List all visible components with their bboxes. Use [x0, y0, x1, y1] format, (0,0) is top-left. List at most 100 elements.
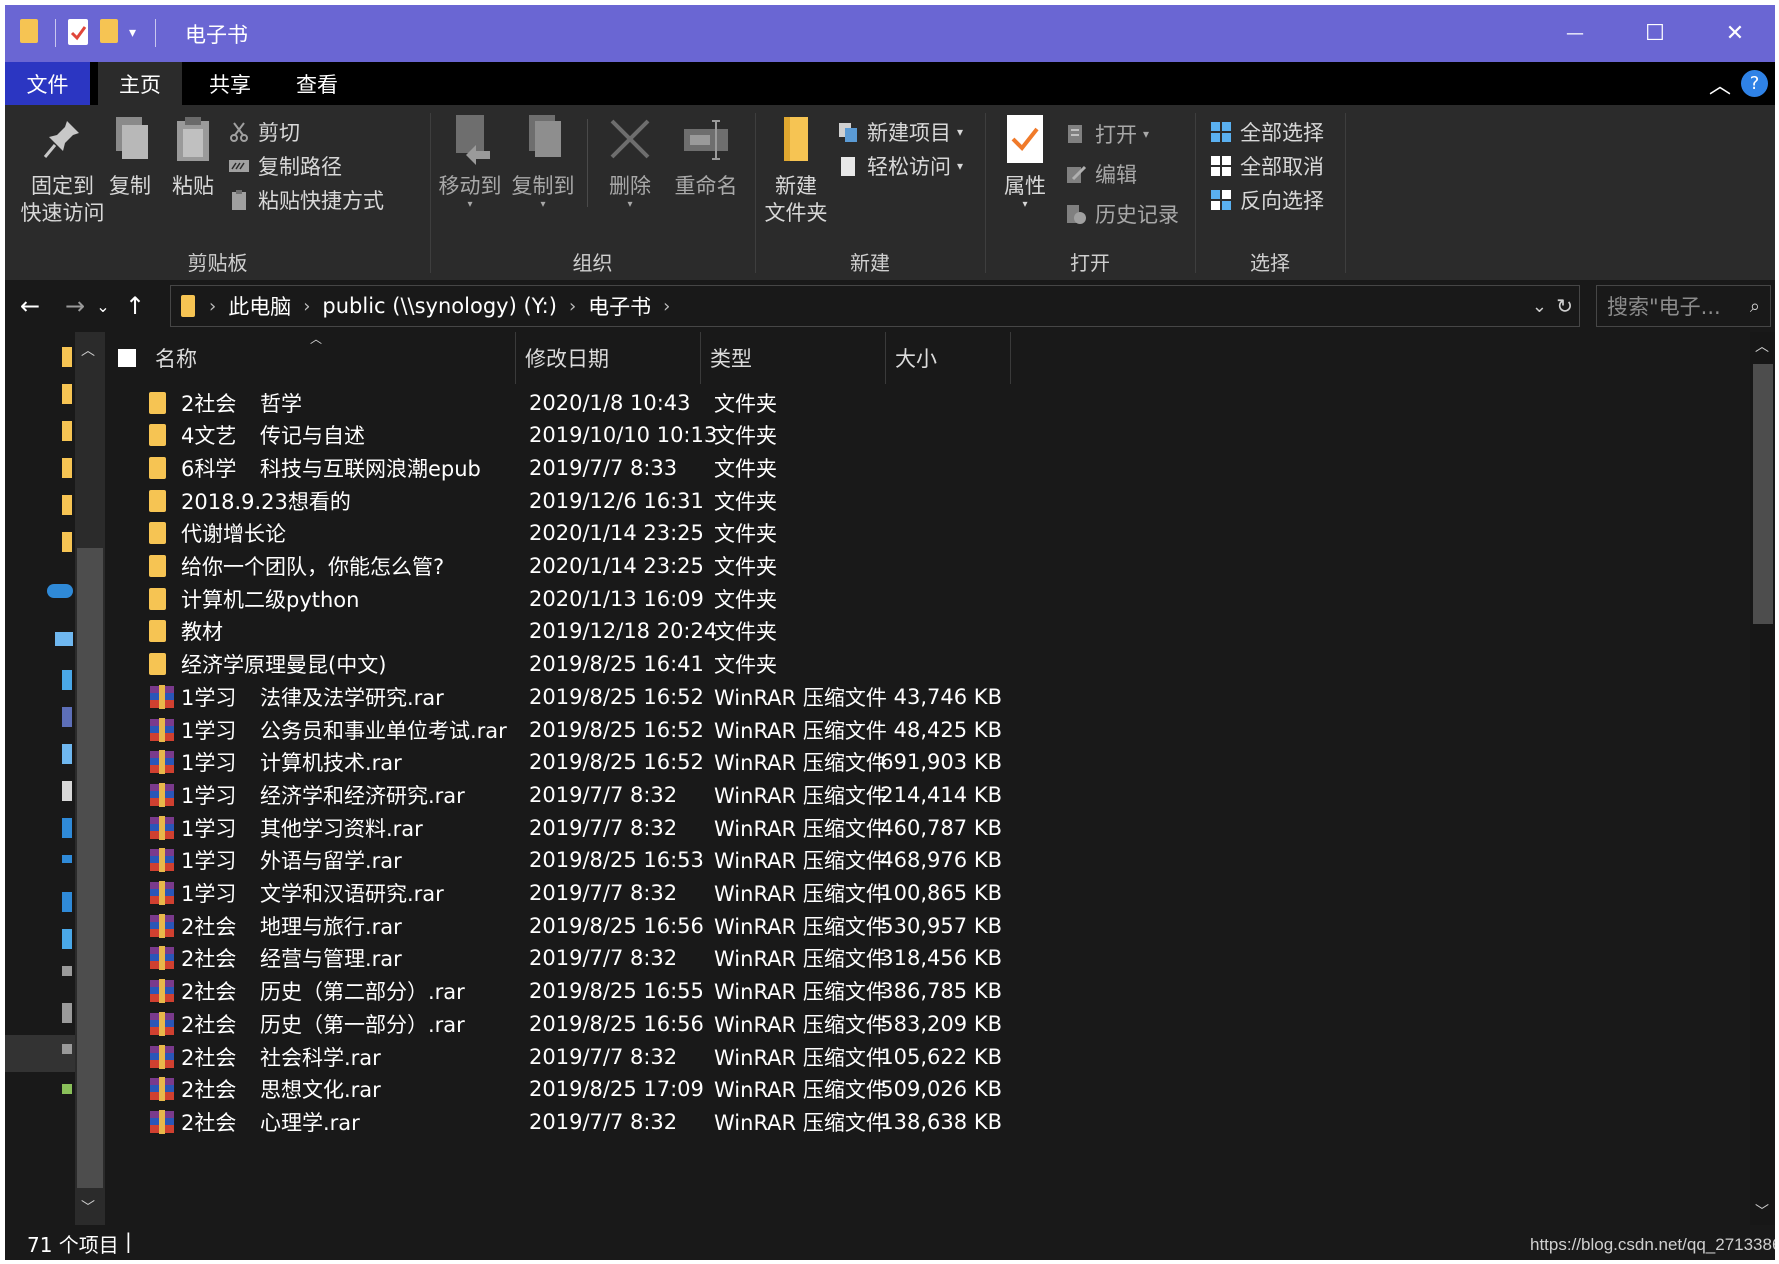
tab-home[interactable]: 主页 [98, 62, 182, 105]
videos-icon[interactable] [62, 707, 72, 727]
file-row[interactable]: 1学习 计算机技术.rar 2019/8/25 16:52 WinRAR 压缩文件 69… [105, 744, 1205, 781]
new-folder-qat-icon[interactable] [100, 19, 118, 43]
column-header-date[interactable]: 修改日期 [525, 332, 700, 384]
file-row[interactable]: 1学习 外语与留学.rar 2019/8/25 16:53 WinRAR 压缩文件 46… [105, 842, 1205, 879]
easy-access-button[interactable]: 轻松访问 ▾ [837, 149, 963, 183]
network-drive-icon[interactable] [62, 1044, 72, 1054]
file-row[interactable]: 2社会 思想文化.rar 2019/8/25 17:09 WinRAR 压缩文件 509… [105, 1071, 1205, 1108]
cut-button[interactable]: 剪切 [228, 115, 300, 149]
drive-icon[interactable] [62, 966, 72, 976]
pictures-icon[interactable] [62, 744, 72, 764]
select-all-checkbox[interactable] [118, 349, 136, 367]
music-icon[interactable] [62, 855, 72, 863]
network-drive-icon[interactable] [62, 1084, 72, 1094]
file-row[interactable]: 2社会 经营与管理.rar 2019/7/7 8:32 WinRAR 压缩文件 318,… [105, 940, 1205, 977]
breadcrumb-public-drive[interactable]: public (\\synology) (Y:) [322, 294, 557, 318]
column-divider[interactable] [700, 332, 701, 384]
paste-shortcut-button[interactable]: 粘贴快捷方式 [228, 183, 384, 217]
column-divider[interactable] [1010, 332, 1011, 384]
breadcrumb-ebooks[interactable]: 电子书 [588, 291, 651, 321]
rename-button[interactable]: 重命名 [670, 113, 742, 200]
up-arrow-icon[interactable]: ↑ [120, 288, 150, 324]
copy-button[interactable]: 复制 [100, 113, 160, 200]
recent-locations-chevron-icon[interactable]: ⌄ [93, 288, 113, 324]
file-row[interactable]: 计算机二级python 2020/1/13 16:09 文件夹 [105, 580, 1205, 617]
desktop-icon[interactable] [62, 892, 72, 912]
tab-file[interactable]: 文件 [5, 62, 90, 105]
search-input[interactable]: 搜索"电子... ⌕ [1596, 285, 1771, 327]
file-row[interactable]: 2社会 历史（第二部分）.rar 2019/8/25 16:55 WinRAR 压缩文… [105, 973, 1205, 1010]
downloads-icon[interactable] [62, 818, 72, 838]
windows-drive-icon[interactable] [62, 929, 72, 949]
file-row[interactable]: 2社会 社会科学.rar 2019/7/7 8:32 WinRAR 压缩文件 105,6… [105, 1038, 1205, 1075]
properties-button[interactable]: 属性 ▾ [995, 113, 1055, 210]
file-row[interactable]: 2社会 历史（第一部分）.rar 2019/8/25 16:56 WinRAR 压缩文… [105, 1005, 1205, 1042]
folder-icon[interactable] [62, 532, 72, 552]
column-divider[interactable] [885, 332, 886, 384]
maximize-button[interactable]: ☐ [1615, 5, 1695, 62]
breadcrumb-this-pc[interactable]: 此电脑 [228, 291, 291, 321]
file-row[interactable]: 代谢增长论 2020/1/14 23:25 文件夹 [105, 515, 1205, 552]
properties-icon[interactable] [68, 19, 88, 45]
file-row[interactable]: 1学习 公务员和事业单位考试.rar 2019/8/25 16:52 WinRAR 压… [105, 711, 1205, 748]
copy-to-button[interactable]: 复制到 ▾ [510, 113, 576, 210]
move-to-button[interactable]: 移动到 ▾ [437, 113, 503, 210]
file-row[interactable]: 1学习 其他学习资料.rar 2019/7/7 8:32 WinRAR 压缩文件 460… [105, 809, 1205, 846]
new-item-button[interactable]: 新建项目 ▾ [837, 115, 963, 149]
scroll-up-icon[interactable]: ︿ [81, 340, 95, 360]
file-row[interactable]: 2社会 心理学.rar 2019/7/7 8:32 WinRAR 压缩文件 138,63… [105, 1103, 1205, 1140]
new-folder-button[interactable]: 新建 文件夹 [760, 113, 832, 227]
file-row[interactable]: 2社会 哲学 2020/1/8 10:43 文件夹 [105, 384, 1205, 421]
folder-icon[interactable] [62, 347, 72, 367]
file-row[interactable]: 1学习 文学和汉语研究.rar 2019/7/7 8:32 WinRAR 压缩文件 10… [105, 875, 1205, 912]
folder-icon[interactable] [62, 458, 72, 478]
chevron-right-icon[interactable]: › [569, 296, 576, 317]
select-all-button[interactable]: 全部选择 [1210, 115, 1324, 149]
search-icon[interactable]: ⌕ [1750, 296, 1760, 317]
tab-share[interactable]: 共享 [190, 62, 270, 105]
column-header-size[interactable]: 大小 [895, 332, 1010, 384]
delete-button[interactable]: 删除 ▾ [600, 113, 660, 210]
file-row[interactable]: 6科学 科技与互联网浪潮epub 2019/7/7 8:33 文件夹 [105, 449, 1205, 486]
chevron-right-icon[interactable]: › [303, 296, 310, 317]
file-row[interactable]: 教材 2019/12/18 20:24 文件夹 [105, 613, 1205, 650]
minimize-button[interactable]: — [1535, 5, 1615, 62]
file-row[interactable]: 1学习 经济学和经济研究.rar 2019/7/7 8:32 WinRAR 压缩文件 2… [105, 776, 1205, 813]
nav-scroll-thumb[interactable] [77, 548, 103, 1188]
paste-button[interactable]: 粘贴 [163, 113, 223, 200]
history-button[interactable]: 历史记录 [1065, 197, 1179, 231]
column-header-name[interactable]: 名称 [155, 332, 515, 384]
edit-button[interactable]: 编辑 [1065, 157, 1137, 191]
file-row[interactable]: 给你一个团队，你能怎么管? 2020/1/14 23:25 文件夹 [105, 548, 1205, 585]
file-row[interactable]: 4文艺 传记与自述 2019/10/10 10:13 文件夹 [105, 417, 1205, 454]
file-list-scrollbar[interactable]: ︿ ﹀ [1750, 332, 1775, 1225]
refresh-icon[interactable]: ↻ [1556, 294, 1573, 318]
open-button[interactable]: 打开 ▾ [1065, 117, 1149, 151]
folder-icon[interactable] [62, 421, 72, 441]
this-pc-icon[interactable] [55, 632, 73, 646]
tab-view[interactable]: 查看 [277, 62, 357, 105]
collapse-ribbon-icon[interactable]: ︿ [1705, 62, 1735, 105]
chevron-right-icon[interactable]: › [663, 296, 670, 317]
select-none-button[interactable]: 全部取消 [1210, 149, 1324, 183]
3d-objects-icon[interactable] [62, 670, 72, 690]
scroll-down-icon[interactable]: ﹀ [81, 1197, 95, 1217]
file-row[interactable]: 2018.9.23想看的 2019/12/6 16:31 文件夹 [105, 482, 1205, 519]
drive-icon[interactable] [62, 1003, 72, 1023]
scroll-down-icon[interactable]: ﹀ [1755, 1201, 1769, 1221]
onedrive-icon[interactable] [47, 584, 73, 598]
copy-path-button[interactable]: 复制路径 [228, 149, 342, 183]
folder-icon[interactable] [62, 384, 72, 404]
help-icon[interactable]: ? [1741, 70, 1768, 97]
qat-dropdown-icon[interactable]: ▾ [129, 25, 136, 41]
pin-quick-access-button[interactable]: 固定到 快速访问 [15, 113, 110, 227]
column-divider[interactable] [515, 332, 516, 384]
file-list-scroll-thumb[interactable] [1753, 364, 1773, 624]
address-history-chevron-icon[interactable]: ⌄ [1532, 296, 1547, 317]
column-header-type[interactable]: 类型 [710, 332, 885, 384]
folder-icon[interactable] [62, 495, 72, 515]
file-row[interactable]: 1学习 法律及法学研究.rar 2019/8/25 16:52 WinRAR 压缩文件… [105, 678, 1205, 715]
scroll-up-icon[interactable]: ︿ [1755, 336, 1769, 356]
invert-selection-button[interactable]: 反向选择 [1210, 183, 1324, 217]
forward-arrow-icon[interactable]: → [60, 288, 90, 324]
